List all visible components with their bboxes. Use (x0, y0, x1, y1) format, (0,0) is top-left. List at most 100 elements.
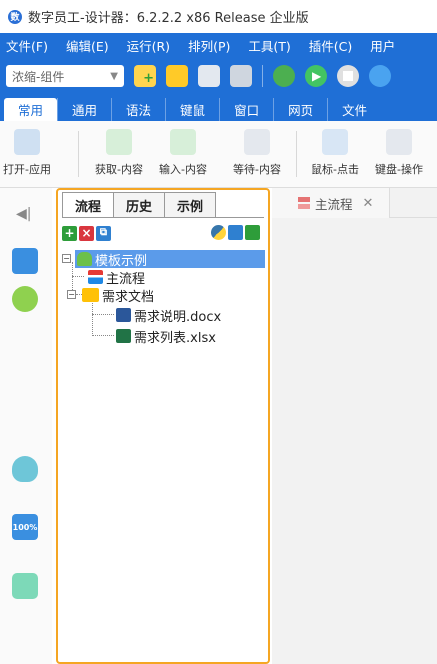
python-icon[interactable] (211, 225, 226, 240)
keyboard-op-label: 键盘-操作 (375, 163, 423, 176)
tab-history[interactable]: 历史 (113, 192, 165, 217)
get-text-icon (106, 129, 132, 155)
quick-toolbar: 浓缩-组件 ▼ + ▶ (0, 57, 437, 95)
tree-node-requirements-folder[interactable]: 需求文档 (82, 286, 155, 305)
panel-toolbar: + × ⧉ (58, 222, 268, 244)
menu-arrange[interactable]: 排列(P) (188, 36, 230, 55)
mouse-pointer-icon (322, 129, 348, 155)
menu-plugins[interactable]: 插件(C) (309, 36, 352, 55)
import-button[interactable] (228, 225, 243, 240)
app-logo-icon: 数 (8, 9, 22, 24)
tree-line (92, 314, 114, 315)
open-folder-icon[interactable] (166, 65, 188, 87)
zoom-level-badge[interactable]: 100% (12, 514, 38, 540)
input-content-button[interactable]: 输入-内容 (154, 129, 212, 177)
tab-common[interactable]: 常用 (4, 98, 58, 121)
keyboard-icon (386, 129, 412, 155)
delete-button[interactable]: × (79, 225, 94, 241)
new-file-icon[interactable]: + (134, 65, 156, 87)
ribbon-divider (78, 131, 79, 177)
flow-chart-icon (88, 270, 103, 284)
component-select-value: 浓缩-组件 (12, 69, 65, 84)
tree-node-label: 模板示例 (95, 253, 148, 269)
wait-content-button[interactable]: 等待-内容 (228, 129, 286, 177)
open-app-label: 打开-应用 (3, 163, 51, 176)
panel-tabs: 流程 历史 示例 (62, 192, 264, 218)
folder-icon (82, 288, 99, 302)
run-icon[interactable]: ▶ (305, 65, 327, 87)
tab-syntax[interactable]: 语法 (111, 98, 165, 121)
get-content-button[interactable]: 获取-内容 (90, 129, 148, 177)
menu-file[interactable]: 文件(F) (6, 36, 48, 55)
left-icon-rail: ◀| 100% (0, 188, 52, 664)
wait-hourglass-icon (244, 129, 270, 155)
tab-keyboard-mouse[interactable]: 键鼠 (165, 98, 219, 121)
tree-node-label: 主流程 (106, 271, 146, 287)
tab-general[interactable]: 通用 (57, 98, 111, 121)
tab-flow[interactable]: 流程 (62, 192, 114, 217)
chevron-down-icon: ▼ (110, 70, 118, 82)
code-icon[interactable] (273, 65, 295, 87)
debug-icon[interactable] (369, 65, 391, 87)
flow-canvas[interactable] (272, 218, 437, 664)
tree-line (92, 335, 114, 336)
tab-webpage[interactable]: 网页 (273, 98, 327, 121)
tree-expander-root[interactable]: − (62, 254, 71, 263)
menu-edit[interactable]: 编辑(E) (66, 36, 109, 55)
excel-sheet-icon (116, 329, 131, 343)
tab-window[interactable]: 窗口 (219, 98, 273, 121)
tree-node-main-flow[interactable]: 主流程 (88, 268, 146, 287)
ribbon-tabs: 常用 通用 语法 键鼠 窗口 网页 文件 (0, 95, 437, 121)
input-content-label: 输入-内容 (159, 163, 207, 176)
save-all-icon[interactable] (230, 65, 252, 87)
mouse-click-button[interactable]: 鼠标-点击 (306, 129, 364, 177)
tab-examples[interactable]: 示例 (164, 192, 216, 217)
window-title: 数字员工-设计器：6.2.2.2 x86 Release 企业版 (28, 11, 309, 26)
palette-icon[interactable] (12, 573, 38, 599)
tree-expander-folder[interactable]: − (67, 290, 76, 299)
tab-file[interactable]: 文件 (327, 98, 381, 121)
toolbar-divider (262, 65, 263, 87)
menu-user[interactable]: 用户 (370, 36, 395, 55)
ribbon-panel: 打开-应用 获取-内容 输入-内容 等待-内容 鼠标-点击 键盘-操作 (0, 121, 437, 188)
project-panel: 流程 历史 示例 + × ⧉ − 模板示例 主流程 − 需求文档 需求说明.do… (56, 188, 270, 664)
close-icon[interactable]: ✕ (363, 196, 374, 211)
tree-node-label: 需求列表.xlsx (134, 330, 216, 346)
tree-line (72, 276, 84, 277)
tab-main-flow[interactable]: 主流程 ✕ (272, 188, 390, 218)
wait-content-label: 等待-内容 (233, 163, 281, 176)
tree-node-requirements-sheet[interactable]: 需求列表.xlsx (116, 327, 216, 346)
tree-node-label: 需求文档 (102, 289, 155, 305)
ribbon-divider (296, 131, 297, 177)
flow-chart-icon (298, 197, 310, 209)
open-app-button[interactable]: 打开-应用 (2, 129, 52, 177)
tree-line (92, 300, 93, 336)
tree-node-requirements-doc[interactable]: 需求说明.docx (116, 306, 222, 325)
add-button[interactable]: + (62, 225, 77, 241)
collapse-panel-icon[interactable]: ◀| (16, 206, 31, 222)
word-doc-icon (116, 308, 131, 322)
menu-tools[interactable]: 工具(T) (248, 36, 290, 55)
editor-tab-strip: 主流程 ✕ (272, 188, 437, 218)
package-button[interactable]: ⧉ (96, 225, 111, 241)
stop-icon[interactable] (337, 65, 359, 87)
menu-bar: 文件(F) 编辑(E) 运行(R) 排列(P) 工具(T) 插件(C) 用户 (0, 33, 437, 57)
home-icon[interactable] (12, 248, 38, 274)
title-bar: 数 数字员工-设计器：6.2.2.2 x86 Release 企业版 (0, 0, 437, 33)
editor-area: 主流程 ✕ (272, 188, 437, 664)
editor-tab-label: 主流程 (315, 196, 353, 212)
android-robot-icon (77, 252, 92, 266)
component-select[interactable]: 浓缩-组件 ▼ (6, 65, 124, 87)
tree-node-template-example[interactable]: 模板示例 (75, 250, 265, 269)
save-icon[interactable] (198, 65, 220, 87)
tree-node-label: 需求说明.docx (134, 309, 222, 325)
mouse-click-label: 鼠标-点击 (311, 163, 359, 176)
get-content-label: 获取-内容 (95, 163, 143, 176)
fish-icon[interactable] (12, 456, 38, 482)
keyboard-op-button[interactable]: 键盘-操作 (370, 129, 428, 177)
chat-smile-icon[interactable] (12, 286, 38, 312)
menu-run[interactable]: 运行(R) (127, 36, 170, 55)
input-text-icon (170, 129, 196, 155)
app-window-icon (14, 129, 40, 155)
export-button[interactable] (245, 225, 260, 240)
